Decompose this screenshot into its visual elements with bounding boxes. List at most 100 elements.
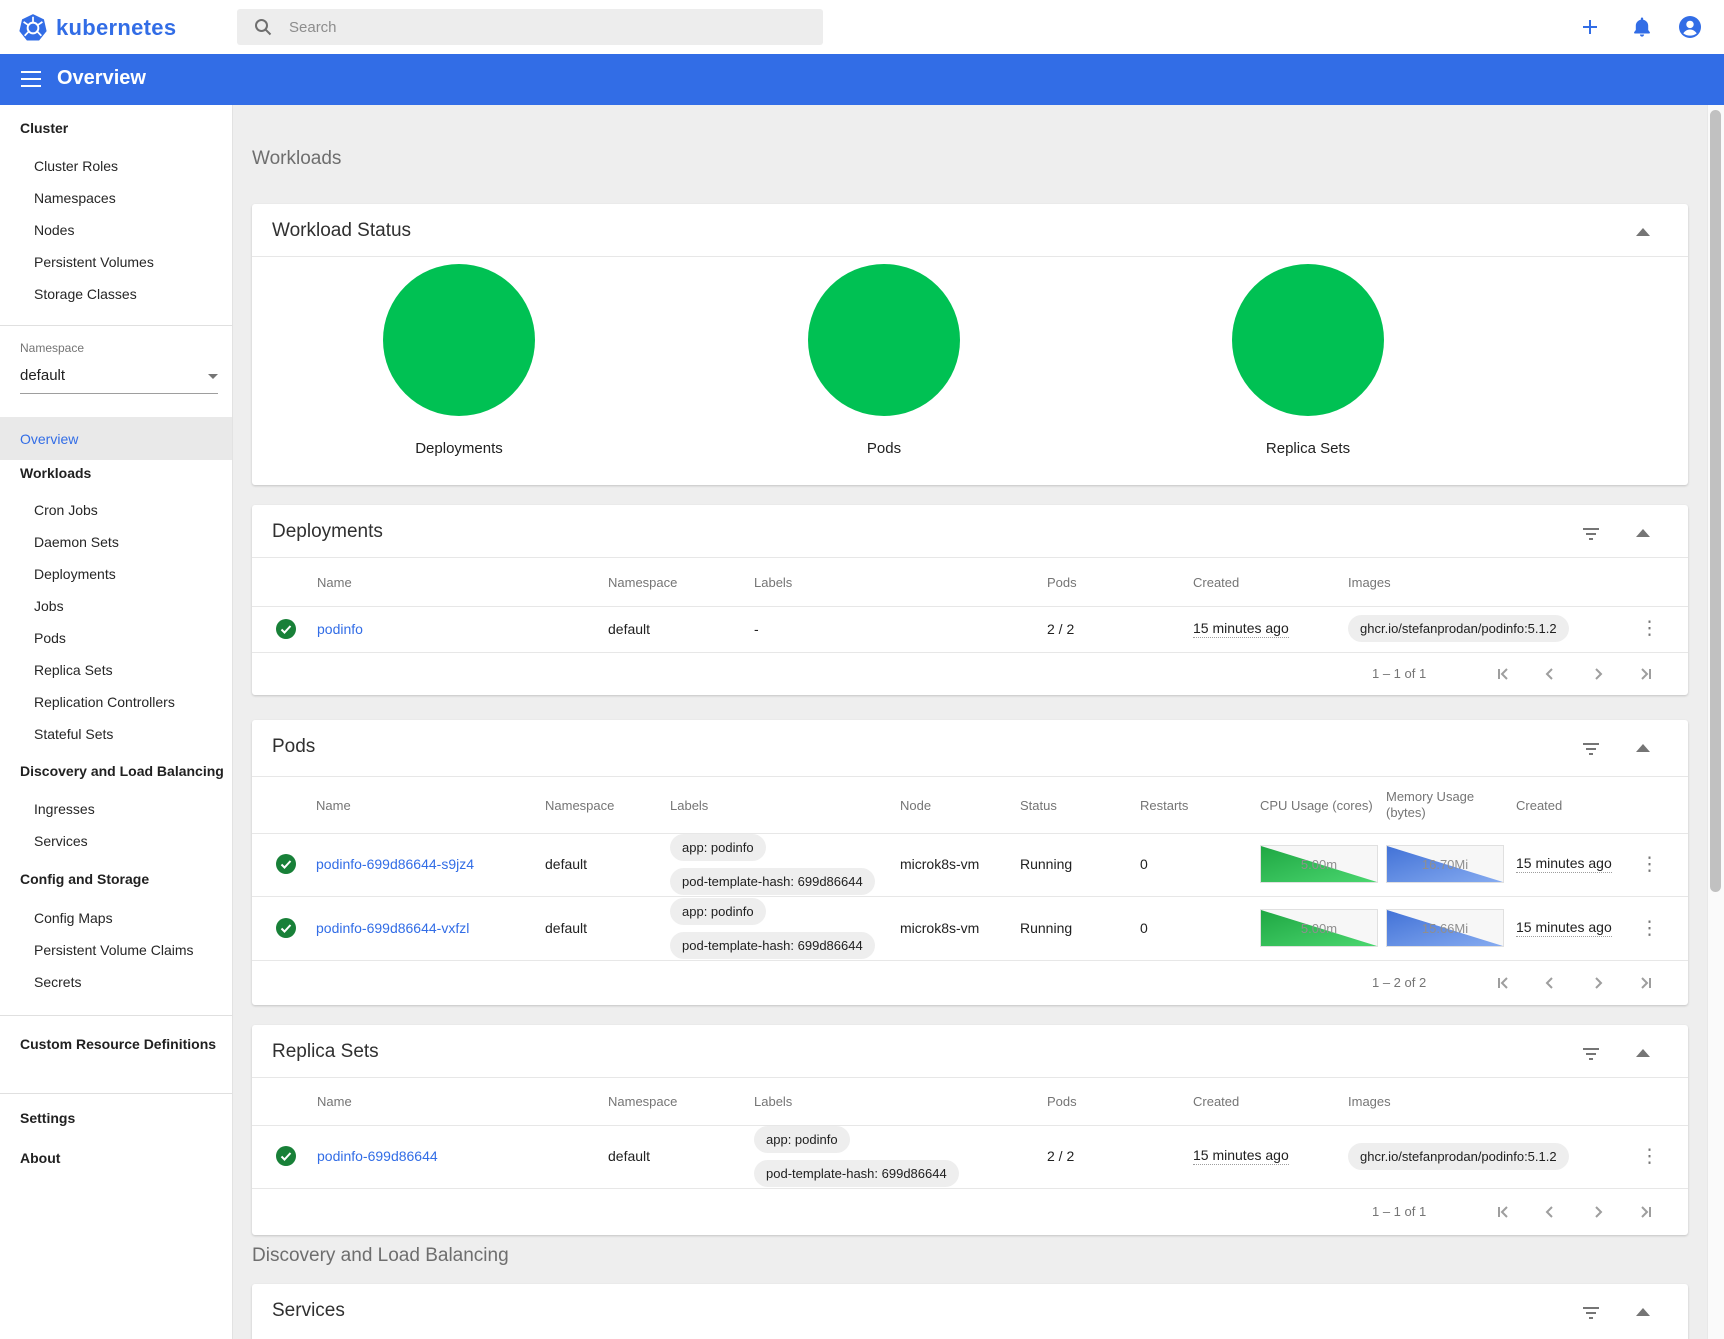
last-page-icon[interactable] bbox=[1637, 1203, 1655, 1221]
table-row: podinfo default - 2 / 2 15 minutes ago g… bbox=[252, 605, 1688, 653]
deployment-pods: 2 / 2 bbox=[1047, 605, 1074, 652]
prev-page-icon[interactable] bbox=[1541, 1203, 1559, 1221]
pagination-range: 1 – 2 of 2 bbox=[1372, 960, 1426, 1005]
next-page-icon[interactable] bbox=[1589, 974, 1607, 992]
filter-icon[interactable] bbox=[1582, 527, 1600, 541]
notifications-bell-icon[interactable] bbox=[1630, 15, 1654, 39]
last-page-icon[interactable] bbox=[1637, 974, 1655, 992]
sidebar-item-cron-jobs[interactable]: Cron Jobs bbox=[0, 495, 232, 525]
pod-node: microk8s-vm bbox=[900, 896, 979, 960]
collapse-arrow-icon[interactable] bbox=[1636, 1049, 1650, 1057]
sidebar-item-pods[interactable]: Pods bbox=[0, 623, 232, 653]
pod-created[interactable]: 15 minutes ago bbox=[1516, 855, 1612, 873]
sidebar-item-persistent-volumes[interactable]: Persistent Volumes bbox=[0, 247, 232, 277]
deployment-created[interactable]: 15 minutes ago bbox=[1193, 620, 1289, 638]
col-header-labels: Labels bbox=[754, 1078, 792, 1125]
sidebar-item-about[interactable]: About bbox=[0, 1143, 232, 1173]
collapse-arrow-icon[interactable] bbox=[1636, 1308, 1650, 1316]
collapse-arrow-icon[interactable] bbox=[1636, 744, 1650, 752]
sidebar-item-cluster-roles[interactable]: Cluster Roles bbox=[0, 151, 232, 181]
memory-sparkline: 15.66Mi bbox=[1386, 909, 1504, 947]
sidebar-item-stateful-sets[interactable]: Stateful Sets bbox=[0, 719, 232, 749]
search-box[interactable] bbox=[237, 9, 823, 45]
sidebar-item-deployments[interactable]: Deployments bbox=[0, 559, 232, 589]
first-page-icon[interactable] bbox=[1494, 974, 1512, 992]
cpu-value: 5.00m bbox=[1260, 909, 1378, 947]
namespace-select[interactable]: default bbox=[20, 367, 218, 394]
col-header-labels: Labels bbox=[754, 558, 792, 606]
sidebar-item-namespaces[interactable]: Namespaces bbox=[0, 183, 232, 213]
sidebar-item-persistent-volume-claims[interactable]: Persistent Volume Claims bbox=[0, 935, 232, 965]
table-row: podinfo-699d86644-s9jz4 default app: pod… bbox=[252, 832, 1688, 897]
pod-status: Running bbox=[1020, 896, 1072, 960]
sidebar-item-storage-classes[interactable]: Storage Classes bbox=[0, 279, 232, 309]
replica-set-created[interactable]: 15 minutes ago bbox=[1193, 1147, 1289, 1165]
page-title: Overview bbox=[57, 67, 146, 90]
replica-set-pods: 2 / 2 bbox=[1047, 1124, 1074, 1188]
status-ok-icon bbox=[276, 896, 296, 960]
pod-created[interactable]: 15 minutes ago bbox=[1516, 919, 1612, 937]
pods-card: Pods Name Namespace Labels Node Status R… bbox=[252, 720, 1688, 1005]
namespace-label: Namespace bbox=[20, 341, 84, 355]
filter-icon[interactable] bbox=[1582, 1306, 1600, 1320]
sidebar-header-cluster[interactable]: Cluster bbox=[0, 113, 232, 143]
account-avatar-icon[interactable] bbox=[1678, 15, 1702, 39]
scrollbar-thumb[interactable] bbox=[1710, 110, 1721, 892]
services-title: Services bbox=[272, 1300, 345, 1322]
row-menu-kebab-icon[interactable]: ⋮ bbox=[1640, 1124, 1659, 1188]
sidebar-item-replication-controllers[interactable]: Replication Controllers bbox=[0, 687, 232, 717]
sidebar-item-replica-sets[interactable]: Replica Sets bbox=[0, 655, 232, 685]
collapse-arrow-icon[interactable] bbox=[1636, 529, 1650, 537]
last-page-icon[interactable] bbox=[1637, 665, 1655, 683]
create-plus-icon[interactable] bbox=[1578, 15, 1602, 39]
pod-name-link[interactable]: podinfo-699d86644-vxfzl bbox=[316, 920, 469, 936]
first-page-icon[interactable] bbox=[1494, 665, 1512, 683]
sidebar-item-custom-resource-definitions[interactable]: Custom Resource Definitions bbox=[0, 1029, 232, 1059]
pod-name-link[interactable]: podinfo-699d86644-s9jz4 bbox=[316, 856, 474, 872]
filter-icon[interactable] bbox=[1582, 742, 1600, 756]
prev-page-icon[interactable] bbox=[1541, 665, 1559, 683]
col-header-status: Status bbox=[1020, 777, 1057, 833]
sidebar-header-discovery[interactable]: Discovery and Load Balancing bbox=[0, 756, 232, 786]
menu-hamburger-icon[interactable] bbox=[21, 71, 41, 87]
search-input[interactable] bbox=[287, 18, 771, 37]
section-heading-workloads: Workloads bbox=[252, 148, 341, 170]
sidebar-item-services[interactable]: Services bbox=[0, 826, 232, 856]
status-ok-icon bbox=[276, 1124, 296, 1188]
next-page-icon[interactable] bbox=[1589, 665, 1607, 683]
pagination-range: 1 – 1 of 1 bbox=[1372, 652, 1426, 695]
row-menu-kebab-icon[interactable]: ⋮ bbox=[1640, 605, 1659, 652]
col-header-pods: Pods bbox=[1047, 1078, 1077, 1125]
status-ok-icon bbox=[276, 605, 296, 652]
replica-set-image-chip: ghcr.io/stefanprodan/podinfo:5.1.2 bbox=[1348, 1143, 1569, 1170]
deployment-name-link[interactable]: podinfo bbox=[317, 621, 363, 637]
sidebar-item-secrets[interactable]: Secrets bbox=[0, 967, 232, 997]
row-menu-kebab-icon[interactable]: ⋮ bbox=[1640, 832, 1659, 896]
pod-label-chip: app: podinfo bbox=[670, 898, 766, 925]
collapse-arrow-icon[interactable] bbox=[1636, 228, 1650, 236]
kubernetes-logo[interactable]: kubernetes bbox=[18, 13, 176, 43]
filter-icon[interactable] bbox=[1582, 1047, 1600, 1061]
deployments-card: Deployments Name Namespace Labels Pods C… bbox=[252, 505, 1688, 695]
sidebar-item-settings[interactable]: Settings bbox=[0, 1103, 232, 1133]
sidebar-divider bbox=[0, 325, 232, 326]
sidebar-item-ingresses[interactable]: Ingresses bbox=[0, 794, 232, 824]
sidebar-item-config-maps[interactable]: Config Maps bbox=[0, 903, 232, 933]
sidebar-header-config[interactable]: Config and Storage bbox=[0, 864, 232, 894]
col-header-namespace: Namespace bbox=[608, 558, 677, 606]
donut-label-deployments: Deployments bbox=[349, 440, 569, 457]
sidebar-item-overview[interactable]: Overview bbox=[0, 417, 232, 460]
col-header-created: Created bbox=[1516, 777, 1562, 833]
replica-set-name-link[interactable]: podinfo-699d86644 bbox=[317, 1148, 438, 1164]
row-menu-kebab-icon[interactable]: ⋮ bbox=[1640, 896, 1659, 960]
kubernetes-dashboard: kubernetes Overview Cluster Cluster R bbox=[0, 0, 1724, 1339]
sidebar-item-daemon-sets[interactable]: Daemon Sets bbox=[0, 527, 232, 557]
sidebar-item-nodes[interactable]: Nodes bbox=[0, 215, 232, 245]
sidebar-header-workloads[interactable]: Workloads bbox=[0, 458, 232, 488]
page-scrollbar[interactable] bbox=[1707, 105, 1724, 1339]
first-page-icon[interactable] bbox=[1494, 1203, 1512, 1221]
prev-page-icon[interactable] bbox=[1541, 974, 1559, 992]
sidebar-item-jobs[interactable]: Jobs bbox=[0, 591, 232, 621]
replica-sets-card: Replica Sets Name Namespace Labels Pods … bbox=[252, 1025, 1688, 1235]
next-page-icon[interactable] bbox=[1589, 1203, 1607, 1221]
